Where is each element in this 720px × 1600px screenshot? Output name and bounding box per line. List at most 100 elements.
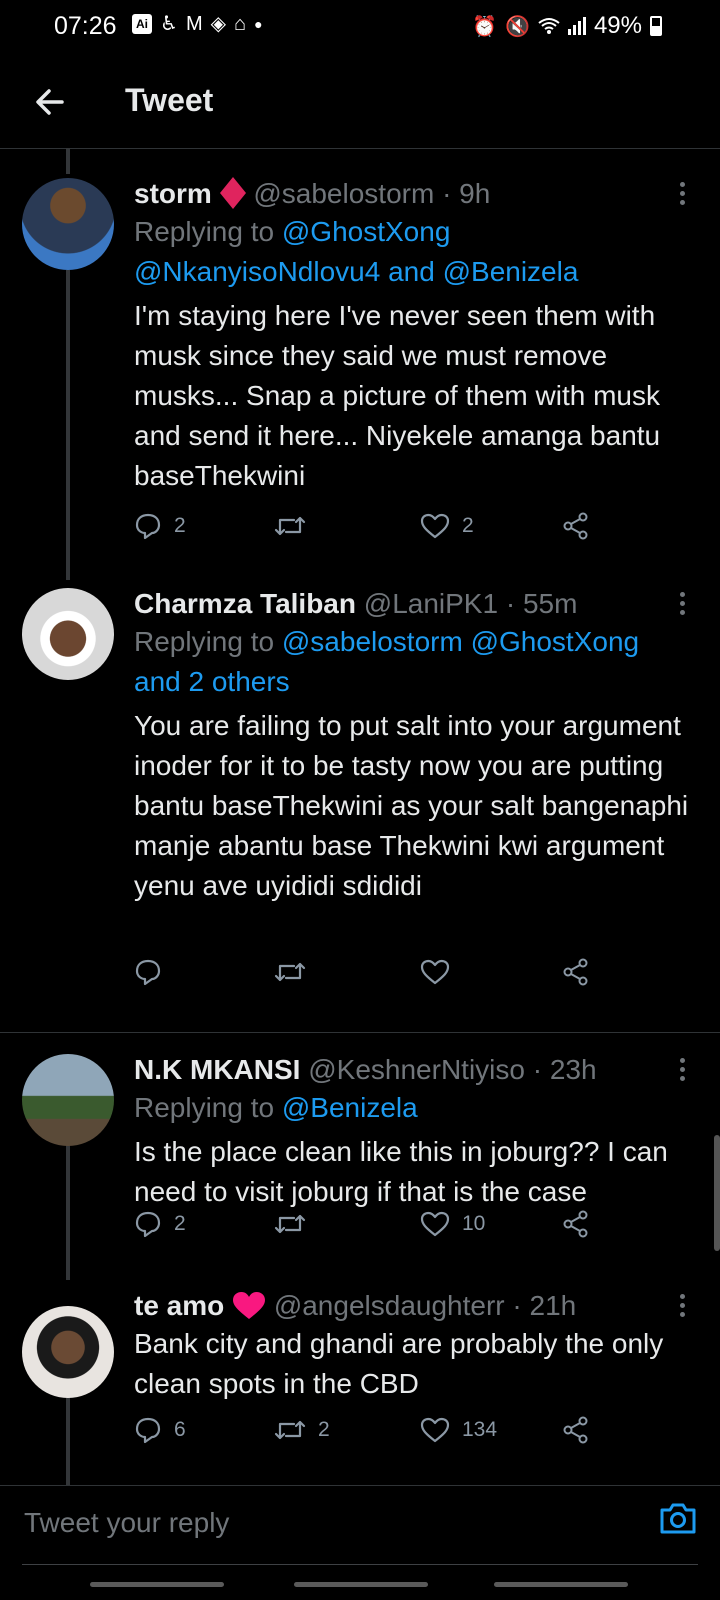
replying-to: Replying to @sabelostorm @GhostXong and … [134, 622, 690, 702]
camera-icon[interactable] [658, 1500, 698, 1536]
nav-home-pill[interactable] [294, 1582, 428, 1587]
reply-input[interactable] [22, 1496, 626, 1550]
share-button[interactable] [562, 512, 590, 540]
retweet-icon [274, 962, 306, 982]
reply-button[interactable]: 2 [134, 1210, 186, 1238]
heart-icon [420, 513, 450, 539]
like-button[interactable]: 2 [420, 512, 474, 540]
author-handle[interactable]: @LaniPK1 [364, 588, 498, 619]
avatar[interactable] [22, 178, 114, 270]
tweet-text: Is the place clean like this in joburg??… [134, 1136, 668, 1207]
battery-percent: 49% [593, 12, 642, 39]
reply-button[interactable] [134, 958, 174, 986]
thread-line [66, 148, 70, 174]
system-nav-bar [0, 1570, 720, 1600]
author-name[interactable]: te amo [134, 1290, 224, 1321]
mention-link[interactable]: @sabelostorm @GhostXong [282, 626, 639, 657]
like-button[interactable]: 134 [420, 1416, 497, 1444]
like-button[interactable]: 10 [420, 1210, 485, 1238]
retweet-button[interactable] [274, 512, 318, 540]
more-options-icon[interactable] [680, 1294, 686, 1317]
composer-underline [22, 1564, 698, 1565]
like-count: 134 [462, 1418, 498, 1441]
mention-link[interactable]: @Benizela [282, 1092, 418, 1123]
share-icon [563, 958, 588, 986]
red-heart-icon [233, 1292, 266, 1319]
gmail-icon: M [185, 13, 203, 35]
home-icon: ⌂ [234, 13, 247, 35]
like-count: 10 [462, 1212, 486, 1235]
heart-icon [420, 1211, 450, 1237]
retweet-button[interactable] [274, 958, 318, 986]
status-time: 07:26 [54, 12, 117, 40]
avatar[interactable] [22, 588, 114, 680]
dot-icon: ● [254, 16, 263, 32]
scrollbar[interactable] [714, 1135, 720, 1251]
share-button[interactable] [562, 1416, 590, 1444]
red-diamond-icon [219, 177, 246, 209]
more-options-icon[interactable] [680, 182, 686, 205]
tweet-item[interactable]: storm @sabelostorm · 9h Replying to @Gho… [0, 172, 720, 582]
author-handle[interactable]: @KeshnerNtiyiso [308, 1054, 525, 1085]
retweet-button[interactable] [274, 1210, 318, 1238]
reply-button[interactable]: 2 [134, 512, 186, 540]
tweet-actions [134, 958, 604, 994]
share-icon [563, 1210, 588, 1238]
heart-icon [420, 959, 450, 985]
mention-link[interactable]: @GhostXong [282, 216, 451, 247]
page-title: Tweet [125, 82, 214, 118]
share-button[interactable] [562, 1210, 590, 1238]
tweet-header: storm @sabelostorm · 9h [134, 176, 690, 212]
reply-count: 2 [174, 514, 186, 537]
author-name[interactable]: storm [134, 178, 212, 209]
reply-count: 6 [174, 1418, 186, 1441]
tweet-item[interactable]: te amo @angelsdaughterr · 21h Bank city … [0, 1288, 720, 1484]
author-handle[interactable]: @sabelostorm [253, 178, 434, 209]
tweet-item[interactable]: Charmza Taliban @LaniPK1 · 55m Replying … [0, 582, 720, 1030]
tweet-text: Bank city and ghandi are probably the on… [134, 1328, 664, 1399]
tweet-time: · 23h [524, 1054, 597, 1085]
retweet-button[interactable]: 2 [274, 1416, 330, 1444]
signal-icon [567, 17, 586, 35]
tweet-actions: 6 2 134 [134, 1416, 604, 1452]
replying-label: Replying to [134, 1092, 282, 1123]
share-button[interactable] [562, 958, 590, 986]
status-left-icons: Ai ♿ M ◈ ⌂ ● [132, 14, 263, 34]
status-right-icons: ⏰ 🔇 49% [472, 12, 662, 40]
tweet-text: You are failing to put salt into your ar… [134, 710, 689, 901]
tweet-divider [0, 1032, 720, 1033]
retweet-icon [274, 516, 306, 536]
replying-label: Replying to [134, 626, 282, 657]
tweet-time: · 9h [434, 178, 491, 209]
tweet-header: Charmza Taliban @LaniPK1 · 55m [134, 586, 690, 622]
tweet-item[interactable]: N.K MKANSI @KeshnerNtiyiso · 23h Replyin… [0, 1038, 720, 1270]
tweet-header: N.K MKANSI @KeshnerNtiyiso · 23h [134, 1052, 690, 1088]
nav-recents-pill[interactable] [90, 1582, 224, 1587]
wifi-icon [538, 18, 560, 34]
tweet-time: · 55m [498, 588, 578, 619]
mention-link[interactable]: and 2 others [134, 666, 290, 697]
author-handle[interactable]: @angelsdaughterr [274, 1290, 505, 1321]
accessibility-icon: ♿ [160, 13, 178, 35]
like-button[interactable] [420, 958, 462, 986]
reply-icon [135, 959, 161, 986]
author-name[interactable]: Charmza Taliban [134, 588, 356, 619]
back-arrow-icon[interactable] [30, 82, 70, 122]
avatar[interactable] [22, 1054, 114, 1146]
avatar[interactable] [22, 1306, 114, 1398]
share-icon [563, 512, 588, 540]
mention-link[interactable]: @NkanyisoNdlovu4 and @Benizela [134, 256, 578, 287]
retweet-icon [274, 1214, 306, 1234]
reply-composer [0, 1485, 720, 1568]
top-app-bar: Tweet [0, 60, 720, 149]
reply-count: 2 [174, 1212, 186, 1235]
reply-button[interactable]: 6 [134, 1416, 186, 1444]
replying-to: Replying to @GhostXong @NkanyisoNdlovu4 … [134, 212, 690, 292]
battery-icon [650, 16, 662, 36]
ai-badge-icon: Ai [132, 14, 152, 34]
author-name[interactable]: N.K MKANSI [134, 1054, 300, 1085]
nav-back-pill[interactable] [494, 1582, 628, 1587]
status-bar: 07:26 Ai ♿ M ◈ ⌂ ● ⏰ 🔇 49% [0, 0, 720, 56]
more-options-icon[interactable] [680, 1058, 686, 1081]
more-options-icon[interactable] [680, 592, 686, 615]
